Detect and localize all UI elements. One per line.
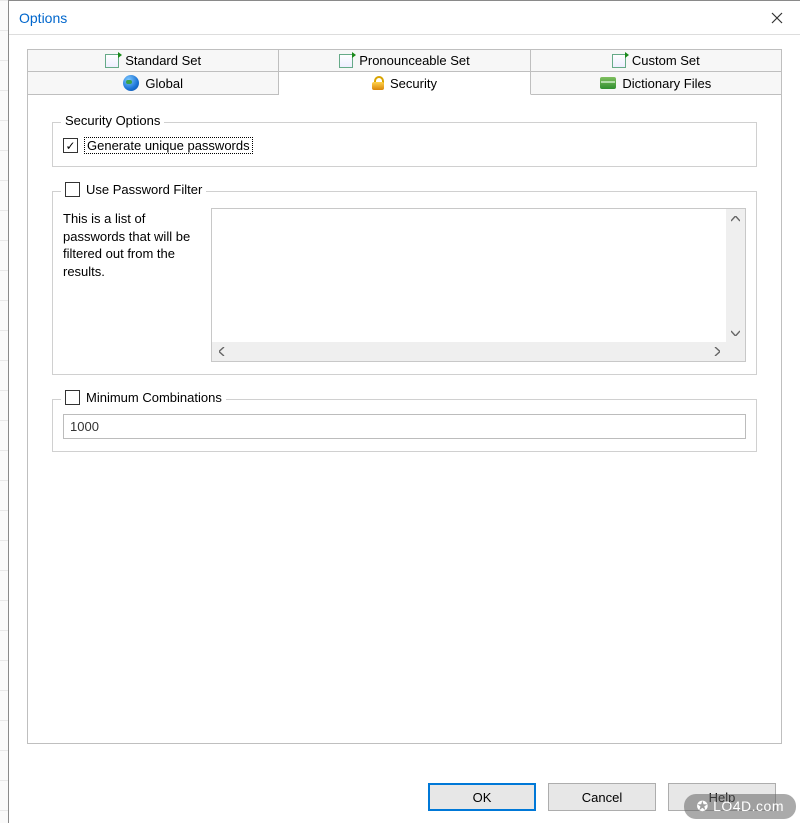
tab-label: Custom Set — [632, 53, 700, 68]
checkbox-min-combinations[interactable] — [65, 390, 80, 405]
chevron-up-icon — [731, 216, 740, 222]
group-legend-filter: Use Password Filter — [61, 182, 206, 197]
book-icon — [600, 77, 616, 89]
checkbox-generate-unique[interactable]: ✓ — [63, 138, 78, 153]
close-icon — [771, 12, 783, 24]
checkbox-use-filter[interactable] — [65, 182, 80, 197]
tab-row-top: Standard Set Pronounceable Set Custom Se… — [27, 49, 782, 71]
tab-label: Standard Set — [125, 53, 201, 68]
tabs: Standard Set Pronounceable Set Custom Se… — [27, 49, 782, 95]
label-generate-unique: Generate unique passwords — [84, 137, 253, 154]
scroll-left-button[interactable] — [212, 342, 231, 361]
globe-icon — [123, 75, 139, 91]
options-window: Options Standard Set Pronounceable Set C… — [8, 0, 800, 823]
horizontal-scrollbar[interactable] — [212, 342, 726, 361]
group-min-combinations: Minimum Combinations — [52, 399, 757, 452]
tab-label: Pronounceable Set — [359, 53, 470, 68]
vertical-scrollbar[interactable] — [726, 209, 745, 342]
tab-custom-set[interactable]: Custom Set — [531, 49, 782, 71]
group-legend-min-combinations: Minimum Combinations — [61, 390, 226, 405]
doc-icon — [612, 54, 626, 68]
tab-global[interactable]: Global — [27, 71, 279, 95]
tab-standard-set[interactable]: Standard Set — [27, 49, 279, 71]
tab-label: Dictionary Files — [622, 76, 711, 91]
cancel-button[interactable]: Cancel — [548, 783, 656, 811]
label-min-combinations: Minimum Combinations — [86, 390, 222, 405]
titlebar: Options — [9, 1, 800, 35]
doc-icon — [105, 54, 119, 68]
chevron-right-icon — [714, 347, 720, 356]
watermark: ✪ LO4D.com — [684, 794, 796, 819]
lock-icon — [372, 76, 384, 90]
chevron-left-icon — [219, 347, 225, 356]
tab-pronounceable-set[interactable]: Pronounceable Set — [279, 49, 530, 71]
filter-textarea-wrap — [211, 208, 746, 362]
tab-row-bottom: Global Security Dictionary Files — [27, 71, 782, 95]
scroll-corner — [726, 342, 745, 361]
tab-label: Global — [145, 76, 183, 91]
doc-icon — [339, 54, 353, 68]
group-security-options: Security Options ✓ Generate unique passw… — [52, 122, 757, 167]
filter-textarea[interactable] — [212, 209, 726, 361]
input-min-combinations[interactable] — [63, 414, 746, 439]
scroll-right-button[interactable] — [707, 342, 726, 361]
tab-area: Standard Set Pronounceable Set Custom Se… — [9, 35, 800, 744]
filter-description: This is a list of passwords that will be… — [63, 208, 203, 280]
tab-content-security: Security Options ✓ Generate unique passw… — [27, 94, 782, 744]
tab-label: Security — [390, 76, 437, 91]
tab-dictionary-files[interactable]: Dictionary Files — [531, 71, 782, 95]
group-legend-security-options: Security Options — [61, 113, 164, 128]
tab-security[interactable]: Security — [279, 71, 530, 95]
group-password-filter: Use Password Filter This is a list of pa… — [52, 191, 757, 375]
close-button[interactable] — [754, 2, 800, 34]
window-title: Options — [19, 10, 67, 26]
scroll-down-button[interactable] — [726, 323, 745, 342]
label-use-filter: Use Password Filter — [86, 182, 202, 197]
chevron-down-icon — [731, 330, 740, 336]
row-generate-unique[interactable]: ✓ Generate unique passwords — [63, 137, 746, 154]
scroll-up-button[interactable] — [726, 209, 745, 228]
ok-button[interactable]: OK — [428, 783, 536, 811]
